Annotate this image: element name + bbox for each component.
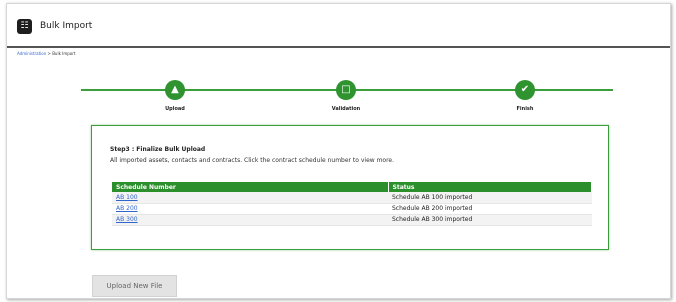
checkmark-icon: ✔ — [515, 80, 535, 100]
column-header-schedule-number: Schedule Number — [112, 182, 389, 192]
step-label-upload: Upload — [165, 106, 185, 112]
table-row: AB 100 Schedule AB 100 imported — [112, 192, 592, 204]
schedule-table: Schedule Number Status AB 100 Schedule A… — [112, 182, 592, 226]
column-header-status: Status — [388, 182, 592, 192]
document-icon: □ — [336, 80, 356, 100]
upload-new-file-button[interactable]: Upload New File — [92, 275, 177, 297]
table-row: AB 200 Schedule AB 200 imported — [112, 203, 592, 215]
finalize-panel: Step3 : Finalize Bulk Upload All importe… — [91, 125, 609, 250]
schedule-link[interactable]: AB 100 — [116, 194, 138, 201]
panel-description: All imported assets, contacts and contra… — [110, 157, 395, 164]
schedule-link[interactable]: AB 200 — [116, 205, 138, 212]
panel-title: Step3 : Finalize Bulk Upload — [110, 146, 206, 153]
schedule-cell: AB 300 — [112, 214, 388, 226]
table-header-row: Schedule Number Status — [112, 182, 592, 192]
status-cell: Schedule AB 300 imported — [388, 214, 592, 226]
breadcrumb-link-administration[interactable]: Administration — [17, 51, 46, 56]
schedule-cell: AB 100 — [112, 192, 388, 204]
step-finish: ✔ Finish — [495, 80, 555, 112]
schedule-link[interactable]: AB 300 — [116, 216, 138, 223]
breadcrumb-current: Bulk Import — [52, 51, 76, 56]
breadcrumb: Administration > Bulk Import — [17, 51, 75, 56]
step-upload: ▲ Upload — [145, 80, 205, 112]
step-validation: □ Validation — [316, 80, 376, 112]
status-cell: Schedule AB 100 imported — [388, 192, 592, 204]
upload-user-icon: ▲ — [165, 80, 185, 100]
bulk-import-logo-icon: ☷ — [17, 19, 32, 34]
step-label-finish: Finish — [516, 106, 534, 112]
app-window: ☷ Bulk Import Administration > Bulk Impo… — [6, 3, 671, 299]
page-title: Bulk Import — [40, 21, 93, 31]
header-bar: ☷ Bulk Import — [7, 4, 670, 48]
schedule-cell: AB 200 — [112, 203, 388, 215]
step-label-validation: Validation — [331, 106, 361, 112]
table-row: AB 300 Schedule AB 300 imported — [112, 214, 592, 226]
status-cell: Schedule AB 200 imported — [388, 203, 592, 215]
